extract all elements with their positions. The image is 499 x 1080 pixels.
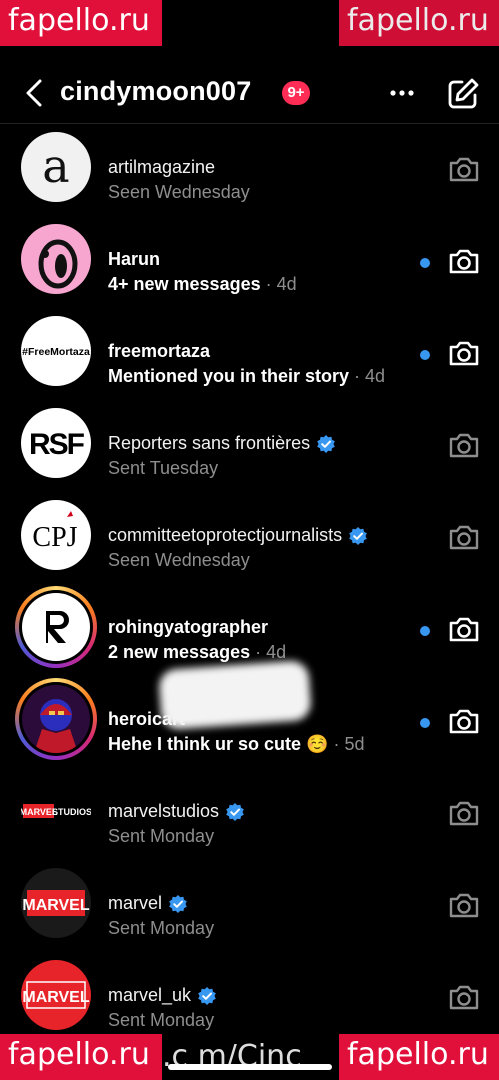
thread-name: freemortaza (108, 341, 211, 361)
thread-status: Sent Monday (108, 1010, 215, 1030)
thread-name: Reporters sans frontières (108, 433, 336, 454)
verified-badge-icon (169, 894, 187, 913)
camera-icon[interactable] (447, 614, 481, 644)
thread-status: Seen Wednesday (108, 182, 250, 202)
camera-icon[interactable] (447, 890, 481, 920)
svg-text:#FreeMortaza: #FreeMortaza (22, 346, 90, 358)
compose-icon[interactable] (446, 77, 480, 111)
camera-icon[interactable] (447, 246, 481, 276)
thread-row[interactable]: CPJ committeetoprotectjournalists Seen W… (0, 492, 499, 584)
unread-dot (420, 626, 430, 636)
verified-badge-icon (226, 802, 244, 821)
notification-badge: 9+ (282, 81, 310, 105)
thread-name: marvel (108, 893, 188, 914)
thread-row[interactable]: MARVEL marvel Sent Monday (0, 860, 499, 952)
thread-status: Hehe I think ur so cute ☺️ · 5d (108, 734, 365, 754)
marvel-logo-avatar: MARVEL (21, 960, 91, 1030)
unread-dot (420, 350, 430, 360)
thread-status: Sent Monday (108, 918, 215, 938)
thread-status: 4+ new messages · 4d (108, 274, 297, 294)
camera-icon[interactable] (447, 982, 481, 1012)
thread-row[interactable]: MARVEL marvel_uk Sent Monday (0, 952, 499, 1044)
cpj-logo-avatar: CPJ (21, 500, 91, 570)
more-options-icon[interactable] (386, 80, 418, 106)
back-chevron-icon[interactable] (22, 78, 48, 108)
unread-dot (420, 718, 430, 728)
verified-badge-icon (317, 434, 335, 453)
watermark-top-left: fapello.ru (0, 0, 162, 46)
svg-text:CPJ: CPJ (32, 522, 77, 553)
thread-row[interactable]: rohingyatographer 2 new messages · 4d (0, 584, 499, 676)
thread-name: artilmagazine (108, 157, 216, 177)
camera-icon[interactable] (447, 706, 481, 736)
thread-name: marvelstudios (108, 801, 245, 822)
superhero-art-avatar (15, 678, 97, 760)
home-indicator[interactable] (168, 1064, 332, 1070)
thread-row[interactable]: MARVEL STUDIOS marvelstudios Sent Monday (0, 768, 499, 860)
thread-name: committeetoprotectjournalists (108, 525, 368, 546)
thread-row[interactable]: #FreeMortaza freemortaza Mentioned you i… (0, 308, 499, 400)
thread-status: Seen Wednesday (108, 550, 250, 570)
svg-text:a: a (42, 139, 69, 193)
thread-status: Sent Tuesday (108, 458, 219, 478)
verified-badge-icon (198, 986, 216, 1005)
watermark-top-right: fapello.ru (339, 0, 499, 46)
thread-list: a artilmagazine Seen Wednesday Harun 4+ … (0, 124, 499, 1044)
svg-text:RSF: RSF (29, 428, 85, 461)
watermark-bottom-right: fapello.ru (339, 1034, 499, 1080)
pink-cartoon-avatar (21, 224, 91, 294)
camera-icon[interactable] (447, 798, 481, 828)
camera-icon[interactable] (447, 338, 481, 368)
rsf-logo-avatar: RSF (21, 408, 91, 478)
redaction-patch (158, 659, 312, 731)
marvel-studios-logo-avatar: MARVEL STUDIOS (21, 776, 91, 846)
camera-icon[interactable] (447, 430, 481, 460)
unread-dot (420, 258, 430, 268)
watermark-url: .c m/Cinc (162, 1039, 302, 1074)
thread-name: rohingyatographer (108, 617, 269, 637)
camera-icon[interactable] (447, 522, 481, 552)
thread-name: marvel_uk (108, 985, 217, 1006)
thread-row[interactable]: a artilmagazine Seen Wednesday (0, 124, 499, 216)
r-logo-avatar (15, 586, 97, 668)
thread-status: Sent Monday (108, 826, 215, 846)
thread-name: Harun (108, 249, 161, 269)
dm-header: cindymoon007 9+ (0, 62, 499, 124)
thread-status: Mentioned you in their story · 4d (108, 366, 386, 386)
camera-icon[interactable] (447, 154, 481, 184)
svg-text:MARVEL: MARVEL (22, 989, 89, 1006)
svg-text:STUDIOS: STUDIOS (52, 807, 91, 817)
free-mortaza-avatar: #FreeMortaza (21, 316, 91, 386)
account-username[interactable]: cindymoon007 (60, 76, 251, 107)
marvel-logo-avatar: MARVEL (21, 868, 91, 938)
thread-row[interactable]: Harun 4+ new messages · 4d (0, 216, 499, 308)
verified-badge-icon (349, 526, 367, 545)
thread-status: 2 new messages · 4d (108, 642, 287, 662)
svg-text:MARVEL: MARVEL (22, 897, 89, 914)
watermark-bottom-left: fapello.ru (0, 1034, 162, 1080)
letter-a-logo-avatar: a (21, 132, 91, 202)
thread-row[interactable]: RSF Reporters sans frontières Sent Tuesd… (0, 400, 499, 492)
